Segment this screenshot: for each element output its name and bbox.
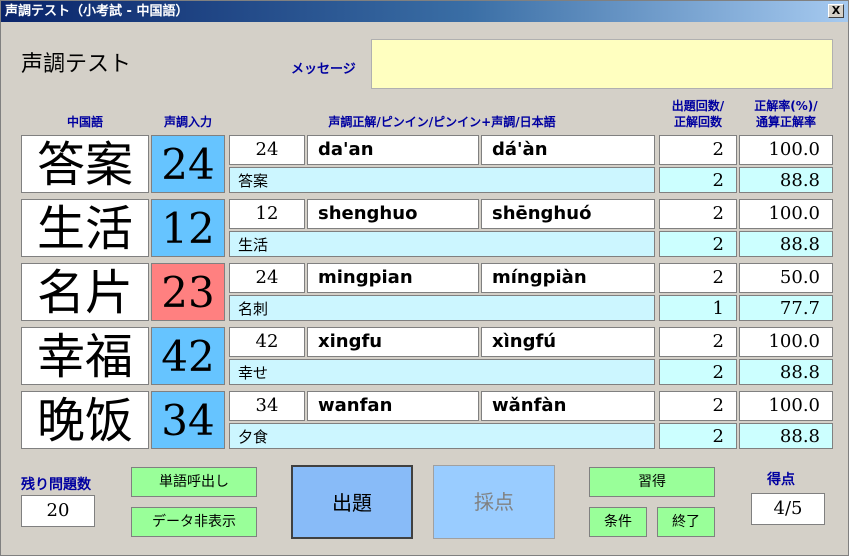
correct-rate: 100.0: [739, 135, 833, 165]
title-bar: 声調テスト（小考試 - 中国語） X: [1, 1, 848, 22]
pinyin-plain: xingfu: [307, 327, 479, 357]
pinyin-with-tone: míngpiàn: [481, 263, 655, 293]
window-title: 声調テスト（小考試 - 中国語）: [5, 4, 189, 19]
pinyin-with-tone: dá'àn: [481, 135, 655, 165]
pinyin-plain: wanfan: [307, 391, 479, 421]
asked-count: 2: [659, 199, 737, 229]
pinyin-plain: shenghuo: [307, 199, 479, 229]
score-value: 4/5: [751, 493, 825, 525]
exit-button[interactable]: 終了: [657, 507, 715, 537]
grade-button[interactable]: 採点: [433, 465, 555, 539]
total-correct-rate: 77.7: [739, 295, 833, 321]
tone-input-field[interactable]: 24: [151, 135, 225, 193]
correct-count: 2: [659, 423, 737, 449]
asked-count: 2: [659, 263, 737, 293]
correct-rate: 100.0: [739, 199, 833, 229]
pinyin-with-tone: xìngfú: [481, 327, 655, 357]
correct-rate: 50.0: [739, 263, 833, 293]
correct-rate: 100.0: [739, 391, 833, 421]
asked-count: 2: [659, 391, 737, 421]
remaining-count: 20: [21, 495, 95, 527]
japanese-meaning: 生活: [229, 231, 655, 257]
total-correct-rate: 88.8: [739, 423, 833, 449]
header-chinese: 中国語: [66, 115, 103, 129]
app-window: 声調テスト（小考試 - 中国語） X 声調テスト メッセージ 中国語 声調入力 …: [0, 0, 849, 556]
correct-count: 2: [659, 359, 737, 385]
pinyin-plain: da'an: [307, 135, 479, 165]
correct-count: 1: [659, 295, 737, 321]
header-answers: 声調正解/ピンイン/ピンイン+声調/日本語: [328, 115, 556, 129]
correct-count: 2: [659, 231, 737, 257]
chinese-word: 生活: [21, 199, 149, 257]
pinyin-plain: mingpian: [307, 263, 479, 293]
tone-correct-answer: 34: [229, 391, 305, 421]
header-count-line2: 正解回数: [673, 115, 722, 129]
tone-input-field[interactable]: 12: [151, 199, 225, 257]
ask-button[interactable]: 出題: [291, 465, 413, 539]
learned-button[interactable]: 習得: [589, 467, 715, 497]
correct-count: 2: [659, 167, 737, 193]
close-button[interactable]: X: [828, 4, 844, 18]
message-box: [371, 39, 833, 89]
chinese-word: 幸福: [21, 327, 149, 385]
japanese-meaning: 幸せ: [229, 359, 655, 385]
message-label: メッセージ: [291, 62, 356, 77]
tone-input-field[interactable]: 23: [151, 263, 225, 321]
chinese-word: 晚饭: [21, 391, 149, 449]
header-count-line1: 出題回数/: [671, 99, 725, 113]
condition-button[interactable]: 条件: [589, 507, 647, 537]
tone-correct-answer: 12: [229, 199, 305, 229]
tone-input-field[interactable]: 42: [151, 327, 225, 385]
asked-count: 2: [659, 135, 737, 165]
japanese-meaning: 答案: [229, 167, 655, 193]
word-call-button[interactable]: 単語呼出し: [131, 467, 257, 497]
japanese-meaning: 名刺: [229, 295, 655, 321]
chinese-word: 答案: [21, 135, 149, 193]
tone-input-field[interactable]: 34: [151, 391, 225, 449]
hide-data-button[interactable]: データ非表示: [131, 507, 257, 537]
japanese-meaning: 夕食: [229, 423, 655, 449]
page-title: 声調テスト: [21, 52, 132, 77]
chinese-word: 名片: [21, 263, 149, 321]
correct-rate: 100.0: [739, 327, 833, 357]
tone-correct-answer: 24: [229, 263, 305, 293]
pinyin-with-tone: wǎnfàn: [481, 391, 655, 421]
remaining-label: 残り問題数: [21, 477, 91, 493]
score-label: 得点: [767, 472, 795, 488]
total-correct-rate: 88.8: [739, 359, 833, 385]
header-rate-line1: 正解率(%)/: [754, 99, 818, 113]
header-tone-input: 声調入力: [163, 115, 212, 129]
asked-count: 2: [659, 327, 737, 357]
tone-correct-answer: 24: [229, 135, 305, 165]
pinyin-with-tone: shēnghuó: [481, 199, 655, 229]
header-rate-line2: 通算正解率: [755, 115, 816, 129]
tone-correct-answer: 42: [229, 327, 305, 357]
total-correct-rate: 88.8: [739, 231, 833, 257]
total-correct-rate: 88.8: [739, 167, 833, 193]
